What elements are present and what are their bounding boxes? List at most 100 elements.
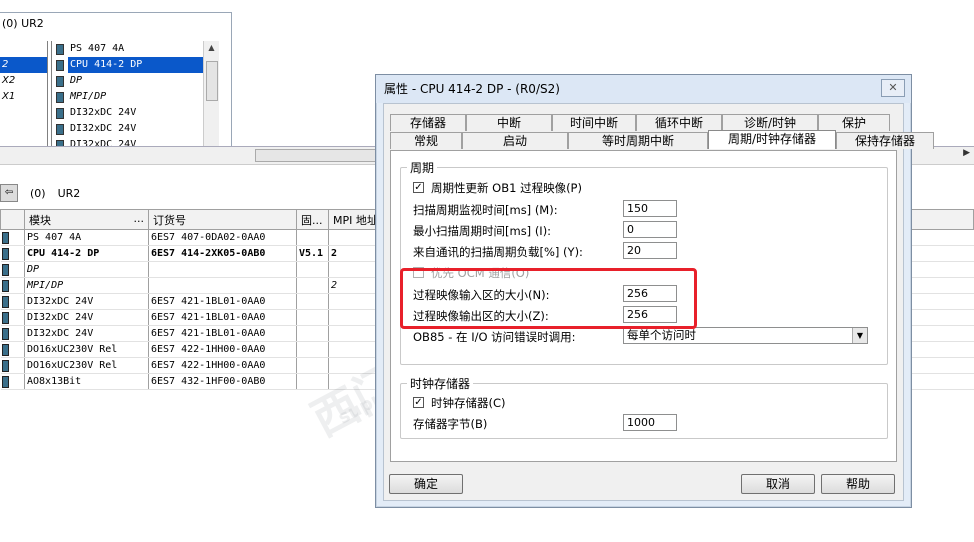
module-cell[interactable]: DI32xDC 24V	[24, 325, 149, 342]
firmware-cell[interactable]	[296, 229, 329, 246]
tab-front-1[interactable]: 启动	[462, 132, 568, 149]
module-cell[interactable]: MPI/DP	[24, 277, 149, 294]
module-icon	[56, 43, 64, 55]
rack-row[interactable]: DI32xDC 24V	[0, 105, 218, 121]
ob85-value: 每单个访问时	[627, 328, 696, 342]
tab-front-2[interactable]: 等时周期中断	[568, 132, 708, 149]
order-cell[interactable]	[148, 261, 297, 278]
rack-row[interactable]: X1 MPI/DP	[0, 89, 218, 105]
rack-module-name: MPI/DP	[70, 91, 107, 102]
rack-slot-marker	[48, 121, 52, 137]
memory-byte-field[interactable]: 1000	[623, 414, 677, 431]
module-icon	[0, 341, 25, 358]
cancel-button[interactable]: 取消	[741, 474, 815, 494]
highlight-box	[400, 268, 697, 329]
col-order[interactable]: 订货号	[148, 209, 297, 230]
module-cell[interactable]: DO16xUC230V Rel	[24, 357, 149, 374]
module-icon	[56, 107, 64, 119]
order-cell[interactable]: 6ES7 422-1HH00-0AA0	[148, 357, 297, 374]
firmware-cell[interactable]	[296, 357, 329, 374]
help-button[interactable]: 帮助	[821, 474, 895, 494]
dialog-titlebar: 属性 - CPU 414-2 DP - (R0/S2) ✕	[376, 75, 911, 103]
rack-scrollbar[interactable]: ▲	[203, 41, 219, 149]
order-cell[interactable]: 6ES7 407-0DA02-0AA0	[148, 229, 297, 246]
module-cell[interactable]: DO16xUC230V Rel	[24, 341, 149, 358]
scroll-up-icon[interactable]: ▲	[204, 41, 219, 55]
tab-back-4[interactable]: 诊断/时钟	[722, 114, 818, 131]
col-slot[interactable]	[0, 209, 25, 230]
scroll-thumb[interactable]	[206, 61, 218, 101]
firmware-cell[interactable]	[296, 277, 329, 294]
rack-row[interactable]: DI32xDC 24V	[0, 121, 218, 137]
tab-back-0[interactable]: 存储器	[390, 114, 466, 131]
module-cell[interactable]: DI32xDC 24V	[24, 293, 149, 310]
rack-slot-marker	[48, 41, 52, 57]
order-cell[interactable]: 6ES7 421-1BL01-0AA0	[148, 325, 297, 342]
tab-row-back: 存储器 中断 时间中断 循环中断 诊断/时钟 保护	[390, 114, 890, 131]
close-icon[interactable]: ✕	[881, 79, 905, 97]
update-ob1-checkbox[interactable]: ✓	[413, 182, 424, 193]
order-cell[interactable]: 6ES7 432-1HF00-0AB0	[148, 373, 297, 390]
order-cell[interactable]: 6ES7 414-2XK05-0AB0	[148, 245, 297, 262]
memory-byte-label: 存储器字节(B)	[413, 417, 488, 431]
col-module[interactable]: 模块 ...	[24, 209, 149, 230]
rack-slot-label: X2	[0, 73, 48, 89]
scroll-thumb[interactable]	[255, 149, 395, 162]
module-icon	[0, 293, 25, 310]
module-icon	[0, 261, 25, 278]
rack-row[interactable]: X2 DP	[0, 73, 218, 89]
clock-memory-checkbox[interactable]: ✓	[413, 397, 424, 408]
ob85-dropdown[interactable]: 每单个访问时 ▼	[623, 327, 868, 344]
firmware-cell[interactable]: V5.1	[296, 245, 329, 262]
rack-row[interactable]: PS 407 4A	[0, 41, 218, 57]
update-ob1-label: 周期性更新 OB1 过程映像(P)	[431, 181, 582, 195]
order-cell[interactable]: 6ES7 421-1BL01-0AA0	[148, 293, 297, 310]
back-arrow-icon[interactable]: ⇦	[0, 184, 18, 202]
rack-slot-label	[0, 121, 48, 137]
clock-group-legend: 时钟存储器	[410, 377, 471, 391]
module-cell[interactable]: AO8x13Bit	[24, 373, 149, 390]
firmware-cell[interactable]	[296, 293, 329, 310]
module-cell[interactable]: PS 407 4A	[24, 229, 149, 246]
tab-back-2[interactable]: 时间中断	[552, 114, 636, 131]
rack-module-name: DI32xDC 24V	[70, 123, 137, 134]
firmware-cell[interactable]	[296, 309, 329, 326]
order-cell[interactable]: 6ES7 422-1HH00-0AA0	[148, 341, 297, 358]
tab-front-0[interactable]: 常规	[390, 132, 462, 149]
ok-button[interactable]: 确定	[389, 474, 463, 494]
module-icon	[56, 91, 64, 103]
rack-slot-marker	[48, 105, 52, 121]
firmware-cell[interactable]	[296, 325, 329, 342]
rack-window: (0) UR2 PS 407 4A 2 CPU 414-2 DP X2 DP X1 MPI/…	[0, 12, 232, 154]
scroll-right-icon[interactable]: ▶	[963, 148, 970, 158]
module-cell[interactable]: DP	[24, 261, 149, 278]
chevron-down-icon[interactable]: ▼	[852, 328, 867, 343]
scan-monitor-field[interactable]: 150	[623, 200, 677, 217]
tab-front-4[interactable]: 保持存储器	[836, 132, 934, 149]
tab-back-5[interactable]: 保护	[818, 114, 890, 131]
rack-slot-label: 2	[0, 57, 48, 73]
rack-window-title: (0) UR2	[2, 17, 44, 30]
rack-row[interactable]: 2 CPU 414-2 DP	[0, 57, 218, 73]
ob85-label: OB85 - 在 I/O 访问错误时调用:	[413, 330, 576, 344]
module-cell[interactable]: CPU 414-2 DP	[24, 245, 149, 262]
comm-load-field[interactable]: 20	[623, 242, 677, 259]
col-firmware[interactable]: 固...	[296, 209, 329, 230]
nav-index: (0)	[30, 186, 46, 200]
min-scan-field[interactable]: 0	[623, 221, 677, 238]
module-icon	[56, 123, 64, 135]
tab-front-3[interactable]: 周期/时钟存储器	[708, 130, 836, 149]
firmware-cell[interactable]	[296, 341, 329, 358]
scan-monitor-label: 扫描周期监视时间[ms] (M):	[413, 203, 558, 217]
order-cell[interactable]	[148, 277, 297, 294]
firmware-cell[interactable]	[296, 373, 329, 390]
tab-back-1[interactable]: 中断	[466, 114, 552, 131]
order-cell[interactable]: 6ES7 421-1BL01-0AA0	[148, 309, 297, 326]
firmware-cell[interactable]	[296, 261, 329, 278]
rack-module-name: DP	[70, 75, 83, 86]
module-icon	[0, 229, 25, 246]
tab-back-3[interactable]: 循环中断	[636, 114, 722, 131]
clock-memory-label: 时钟存储器(C)	[431, 396, 506, 410]
module-cell[interactable]: DI32xDC 24V	[24, 309, 149, 326]
rack-nav: ⇦ (0) UR2	[0, 183, 80, 203]
